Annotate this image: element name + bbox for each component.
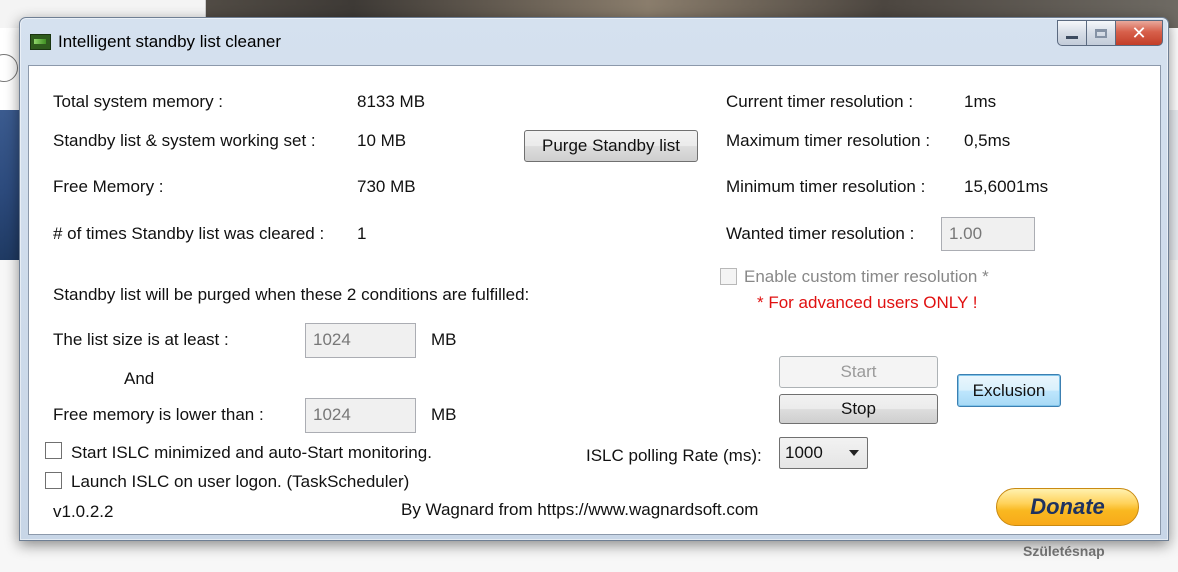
max-timer-value: 0,5ms bbox=[964, 131, 1011, 150]
polling-rate-value: 1000 bbox=[785, 443, 823, 462]
exclusion-button[interactable]: Exclusion bbox=[957, 374, 1061, 407]
donate-button[interactable]: Donate bbox=[996, 488, 1139, 526]
minimize-icon bbox=[1066, 35, 1078, 39]
free-memory-label: Free Memory : bbox=[53, 177, 164, 196]
min-timer-label: Minimum timer resolution : bbox=[726, 177, 926, 196]
custom-timer-label: Enable custom timer resolution * bbox=[744, 267, 989, 286]
dropdown-arrow-icon bbox=[849, 450, 859, 456]
standby-value: 10 MB bbox=[357, 131, 407, 150]
list-size-label: The list size is at least : bbox=[53, 330, 229, 349]
launch-logon-label: Launch ISLC on user logon. (TaskSchedule… bbox=[71, 472, 410, 491]
close-icon: ✕ bbox=[1131, 22, 1147, 43]
min-timer-value: 15,6001ms bbox=[964, 177, 1049, 196]
client-area: Total system memory : 8133 MB Standby li… bbox=[28, 65, 1161, 535]
launch-logon-checkbox[interactable] bbox=[45, 472, 62, 489]
islc-window: Intelligent standby list cleaner ✕ Total… bbox=[19, 17, 1169, 541]
window-title: Intelligent standby list cleaner bbox=[58, 32, 282, 51]
purge-standby-button[interactable]: Purge Standby list bbox=[524, 130, 698, 162]
stop-button[interactable]: Stop bbox=[779, 394, 938, 424]
wanted-timer-label: Wanted timer resolution : bbox=[726, 224, 915, 243]
version-label: v1.0.2.2 bbox=[53, 502, 114, 521]
minimize-button[interactable] bbox=[1057, 20, 1087, 46]
start-button[interactable]: Start bbox=[779, 356, 938, 388]
start-minimized-checkbox[interactable] bbox=[45, 442, 62, 459]
title-bar[interactable]: Intelligent standby list cleaner ✕ bbox=[20, 18, 1168, 58]
cleared-count-value: 1 bbox=[357, 224, 367, 243]
polling-rate-select[interactable]: 1000 bbox=[779, 437, 868, 469]
custom-timer-checkbox[interactable] bbox=[720, 268, 737, 285]
caption-buttons: ✕ bbox=[1057, 20, 1163, 46]
advanced-users-note: * For advanced users ONLY ! bbox=[757, 293, 978, 312]
max-timer-label: Maximum timer resolution : bbox=[726, 131, 931, 150]
current-timer-label: Current timer resolution : bbox=[726, 92, 914, 111]
credits-link[interactable]: By Wagnard from https://www.wagnardsoft.… bbox=[401, 500, 758, 520]
conditions-heading: Standby list will be purged when these 2… bbox=[53, 285, 530, 304]
free-lower-unit: MB bbox=[431, 405, 457, 424]
app-icon bbox=[30, 34, 51, 50]
total-memory-value: 8133 MB bbox=[357, 92, 426, 111]
total-memory-label: Total system memory : bbox=[53, 92, 224, 111]
cleared-count-label: # of times Standby list was cleared : bbox=[53, 224, 325, 243]
list-size-input[interactable]: 1024 bbox=[305, 323, 416, 358]
polling-rate-label: ISLC polling Rate (ms): bbox=[586, 446, 762, 465]
close-button[interactable]: ✕ bbox=[1116, 20, 1163, 46]
standby-label: Standby list & system working set : bbox=[53, 131, 316, 150]
background-label: Születésnap bbox=[1023, 543, 1105, 559]
list-size-unit: MB bbox=[431, 330, 457, 349]
and-label: And bbox=[124, 369, 155, 388]
maximize-button[interactable] bbox=[1087, 20, 1116, 46]
maximize-icon bbox=[1095, 28, 1107, 38]
current-timer-value: 1ms bbox=[964, 92, 997, 111]
free-lower-label: Free memory is lower than : bbox=[53, 405, 264, 424]
start-minimized-label: Start ISLC minimized and auto-Start moni… bbox=[71, 443, 432, 462]
free-memory-value: 730 MB bbox=[357, 177, 416, 196]
free-lower-input[interactable]: 1024 bbox=[305, 398, 416, 433]
wanted-timer-input[interactable]: 1.00 bbox=[941, 217, 1035, 251]
